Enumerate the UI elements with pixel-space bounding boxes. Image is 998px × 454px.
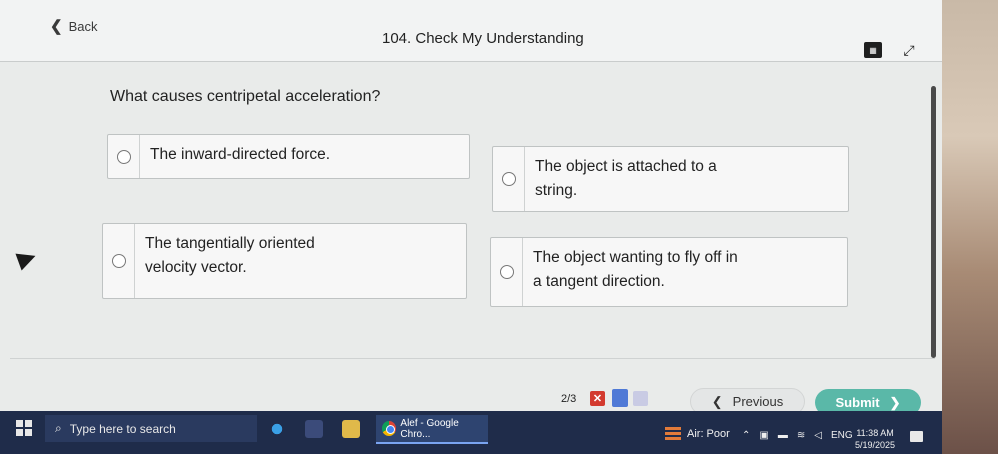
calculator-icon[interactable]: ▦: [864, 42, 882, 58]
notification-icon[interactable]: [910, 431, 923, 442]
choice-c[interactable]: The tangentially oriented velocity vecto…: [102, 223, 467, 299]
clock[interactable]: 11:38 AM 5/19/2025: [855, 427, 895, 451]
chrome-taskbar-button[interactable]: Alef - Google Chro...: [376, 415, 488, 444]
weather-app-icon[interactable]: [268, 420, 286, 438]
file-explorer-icon[interactable]: [342, 420, 360, 438]
radio-button-b[interactable]: [501, 172, 516, 186]
clock-date: 5/19/2025: [855, 440, 896, 450]
clock-time: 11:38 AM: [856, 428, 894, 438]
background-scene: [942, 0, 998, 454]
incorrect-status-icon[interactable]: ✕: [590, 391, 605, 406]
chrome-icon: [382, 421, 397, 436]
system-tray: ⌃ ▣ ▬ ≋ ◁ ENG: [742, 430, 853, 441]
chevron-left-icon: ❮: [711, 393, 723, 409]
back-button[interactable]: ❮ Back: [50, 17, 97, 35]
volume-icon[interactable]: ◁: [814, 430, 822, 441]
previous-button[interactable]: ❮ Previous: [690, 388, 805, 411]
page-title: 104. Check My Understanding: [382, 30, 584, 47]
choice-b[interactable]: The object is attached to a string.: [492, 146, 849, 212]
wifi-icon[interactable]: ≋: [797, 430, 805, 441]
taskbar-search-input[interactable]: ⌕ Type here to search: [45, 415, 257, 442]
expand-icon[interactable]: ⤢: [900, 42, 918, 58]
language-indicator[interactable]: ENG: [831, 430, 853, 441]
submit-button[interactable]: Submit ❯: [815, 389, 921, 411]
meet-icon[interactable]: ▣: [759, 430, 768, 441]
submit-label: Submit: [835, 395, 880, 410]
top-bar: ❮ Back 104. Check My Understanding ▦ ⤢: [0, 0, 942, 62]
mouse-cursor-icon: [15, 247, 39, 271]
divider: [10, 358, 935, 359]
app-window: ❮ Back 104. Check My Understanding ▦ ⤢ W…: [0, 0, 942, 411]
search-icon: ⌕: [55, 421, 62, 435]
store-app-icon[interactable]: [305, 420, 323, 438]
next-question-indicator[interactable]: [633, 391, 648, 406]
choice-d-text: The object wanting to fly off in a tange…: [533, 249, 738, 290]
battery-icon[interactable]: ▬: [778, 430, 788, 441]
taskbar: ⌕ Type here to search Alef - Google Chro…: [0, 411, 942, 454]
choice-a-text: The inward-directed force.: [150, 146, 331, 163]
question-counter: 2/3: [561, 393, 577, 405]
previous-label: Previous: [732, 394, 784, 409]
choice-c-text: The tangentially oriented velocity vecto…: [145, 235, 315, 276]
choice-d[interactable]: The object wanting to fly off in a tange…: [490, 237, 848, 307]
search-placeholder: Type here to search: [69, 421, 176, 436]
radio-button-d[interactable]: [499, 265, 514, 279]
radio-button-c[interactable]: [111, 254, 126, 268]
chevron-left-icon: ❮: [50, 18, 63, 35]
choice-b-text: The object is attached to a string.: [535, 158, 717, 199]
choice-a[interactable]: The inward-directed force.: [107, 134, 470, 179]
question-text: What causes centripetal acceleration?: [110, 88, 381, 105]
radio-button-a[interactable]: [116, 149, 131, 164]
scrollbar[interactable]: [931, 86, 936, 358]
chevron-up-icon[interactable]: ⌃: [742, 430, 750, 441]
back-label: Back: [68, 18, 98, 34]
air-quality-icon: [665, 427, 681, 441]
chevron-right-icon: ❯: [889, 394, 901, 410]
air-quality-widget[interactable]: Air: Poor: [665, 427, 730, 441]
chrome-window-label: Alef - Google Chro...: [400, 417, 459, 440]
air-quality-label: Air: Poor: [687, 428, 730, 440]
windows-start-icon[interactable]: [16, 420, 32, 436]
current-question-indicator[interactable]: [612, 389, 628, 407]
